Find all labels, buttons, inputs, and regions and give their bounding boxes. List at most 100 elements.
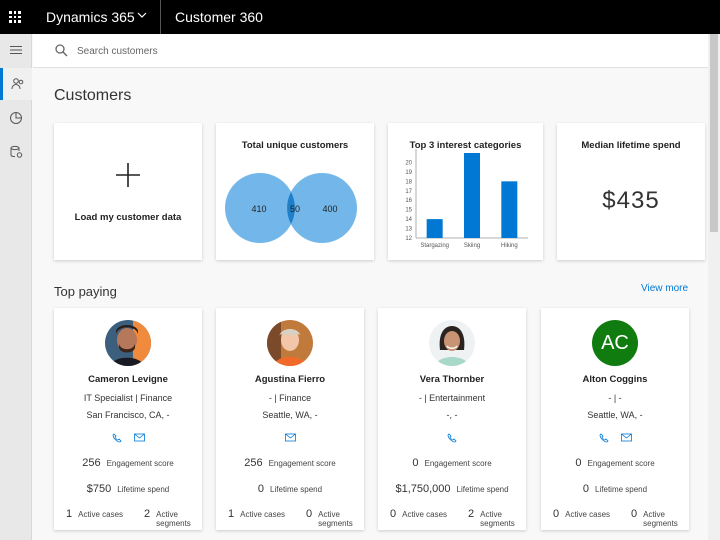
view-more-link[interactable]: View more (641, 283, 688, 294)
spend-label: Lifetime spend (595, 485, 648, 494)
engagement-score: 0 Engagement score (378, 457, 526, 469)
customer-job: - | - (608, 393, 622, 403)
app-launcher-icon[interactable] (9, 11, 21, 23)
active-segments: 2 Active segments (468, 508, 515, 528)
y-tick-label: 16 (405, 198, 412, 204)
spend-label: Lifetime spend (270, 485, 323, 494)
spend-value: $750 (86, 483, 112, 495)
segments-label-2: segments (480, 519, 515, 528)
engagement-score: 256 Engagement score (216, 457, 364, 469)
customer-job: - | Finance (268, 393, 312, 403)
customer-card[interactable]: Cameron Levigne IT Specialist | Finance … (54, 308, 202, 530)
median-spend-value: $435 (602, 187, 660, 214)
engagement-label: Engagement score (587, 459, 655, 468)
active-cases: 0 Active cases (390, 508, 447, 520)
avatar (105, 320, 151, 366)
hamburger-menu-icon[interactable] (0, 34, 32, 66)
active-cases: 0 Active cases (553, 508, 610, 520)
engagement-value: 0 (575, 457, 582, 469)
customer-card[interactable]: Agustina Fierro - | Finance Seattle, WA,… (216, 308, 364, 530)
load-data-tile[interactable]: Load my customer data (54, 123, 202, 260)
phone-icon[interactable] (447, 433, 457, 443)
active-cases: 1 Active cases (66, 508, 123, 520)
segments-label-2: segments (156, 519, 191, 528)
segments-label-1: Active (480, 510, 502, 519)
nav-data-sources-icon[interactable] (0, 136, 32, 168)
scrollbar-thumb[interactable] (710, 34, 718, 232)
search-icon[interactable] (55, 44, 68, 62)
customer-location: -, - (446, 410, 458, 420)
search-bar (33, 34, 708, 68)
chevron-down-icon[interactable] (137, 10, 147, 23)
lifetime-spend: $750 Lifetime spend (54, 483, 202, 495)
cases-value: 0 (390, 508, 397, 520)
top-bar: Dynamics 365 Customer 360 (0, 0, 720, 34)
email-icon[interactable] (620, 433, 632, 443)
nav-customers-icon[interactable] (0, 68, 32, 100)
customer-card[interactable]: Vera Thornber - | Entertainment -, - 0 En… (378, 308, 526, 530)
x-tick-label: Stargazing (420, 243, 449, 249)
nav-segments-icon[interactable] (0, 102, 32, 134)
customer-location: San Francisco, CA, - (86, 410, 170, 420)
app-name[interactable]: Dynamics 365 (46, 9, 135, 25)
bar (501, 181, 518, 238)
median-spend-tile[interactable]: Median lifetime spend $435 (557, 123, 705, 260)
search-input[interactable] (77, 41, 477, 61)
engagement-value: 256 (244, 457, 263, 469)
engagement-value: 0 (412, 457, 419, 469)
y-tick-label: 17 (405, 189, 412, 195)
topbar-divider (160, 0, 161, 34)
segments-label-2: segments (318, 519, 353, 528)
customer-job: IT Specialist | Finance (83, 393, 173, 403)
unique-customers-tile[interactable]: Total unique customers 410 50 400 (216, 123, 374, 260)
cases-value: 0 (553, 508, 560, 520)
customer-location: Seattle, WA, - (587, 410, 643, 420)
engagement-value: 256 (82, 457, 101, 469)
x-tick-label: Hiking (501, 243, 518, 249)
active-segments: 0 Active segments (631, 508, 678, 528)
segments-value: 2 (144, 508, 151, 520)
bar (464, 153, 480, 238)
phone-icon[interactable] (112, 433, 122, 443)
customer-name: Vera Thornber (419, 374, 485, 385)
y-tick-label: 20 (405, 160, 412, 166)
area-name: Customer 360 (175, 9, 263, 25)
venn-right-value: 400 (322, 204, 337, 214)
phone-icon[interactable] (599, 433, 609, 443)
engagement-label: Engagement score (106, 459, 174, 468)
y-tick-label: 19 (405, 170, 412, 176)
segments-value: 0 (306, 508, 313, 520)
avatar (267, 320, 313, 366)
load-data-label: Load my customer data (74, 212, 182, 223)
segments-value: 2 (468, 508, 475, 520)
active-segments: 2 Active segments (144, 508, 191, 528)
cases-label: Active cases (240, 510, 286, 519)
scrollbar[interactable] (708, 34, 720, 540)
email-icon[interactable] (133, 433, 145, 443)
y-tick-label: 13 (405, 227, 412, 233)
customer-card[interactable]: AC Alton Coggins - | - Seattle, WA, - 0E… (541, 308, 689, 530)
lifetime-spend: 0 Lifetime spend (541, 483, 689, 495)
customer-location: Seattle, WA, - (262, 410, 318, 420)
page-title: Customers (54, 87, 132, 104)
x-tick-label: Skiing (464, 243, 480, 249)
email-icon[interactable] (284, 433, 296, 442)
engagement-score: 0 Engagement score (541, 457, 689, 469)
active-segments: 0 Active segments (306, 508, 353, 528)
customer-name: Cameron Levigne (88, 374, 168, 385)
bar (426, 219, 443, 238)
segments-label-1: Active (318, 510, 340, 519)
venn-overlap-value: 50 (290, 204, 300, 214)
venn-diagram: 410 50 400 (225, 173, 357, 243)
left-nav (0, 34, 32, 540)
customer-name: Alton Coggins (582, 374, 648, 385)
lifetime-spend: 0 Lifetime spend (216, 483, 364, 495)
interest-categories-tile[interactable]: Top 3 interest categories 12 13 14 15 16 17 18… (388, 123, 543, 260)
top-paying-title: Top paying (54, 284, 117, 299)
customer-job: - | Entertainment (418, 393, 486, 403)
avatar (429, 320, 475, 366)
spend-value: $1,750,000 (395, 483, 451, 495)
avatar-initials: AC (592, 320, 638, 366)
interest-bar-chart: 12 13 14 15 16 17 18 19 20 Stargazing Skiing Hiking (405, 149, 528, 249)
cases-label: Active cases (565, 510, 611, 519)
